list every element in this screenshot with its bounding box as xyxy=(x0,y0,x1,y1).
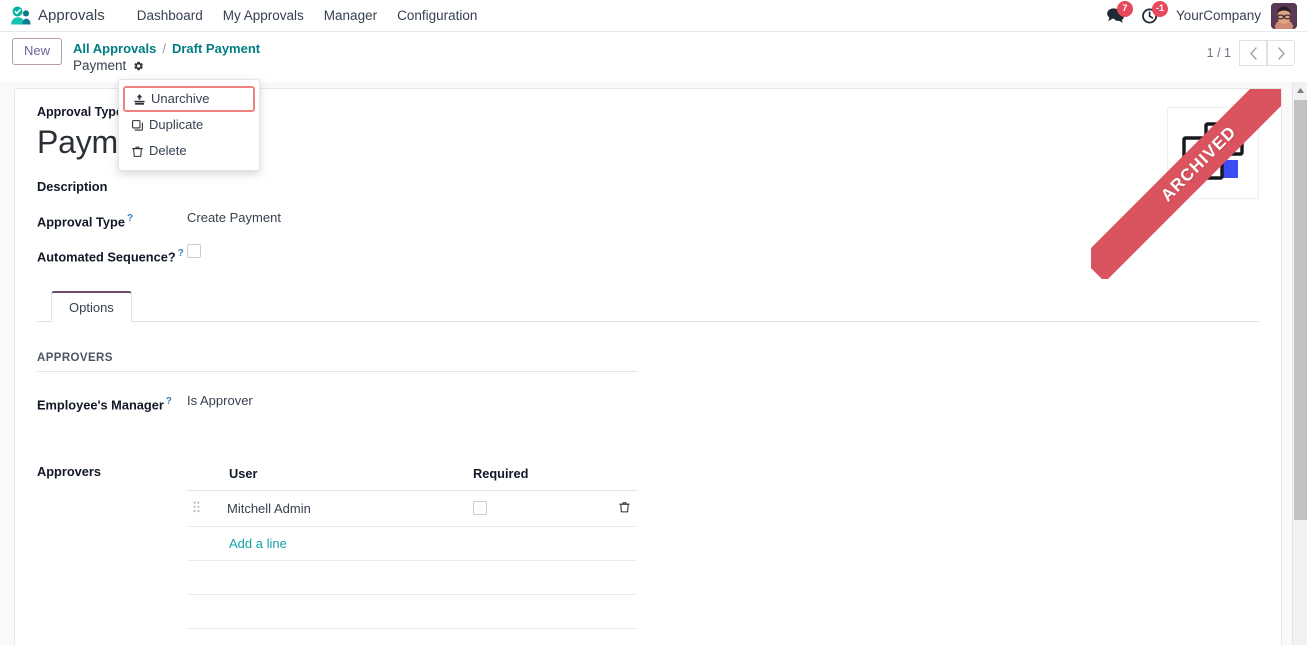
add-a-line-button[interactable]: Add a line xyxy=(229,536,287,551)
pager-previous-button[interactable] xyxy=(1239,40,1267,66)
cell-user[interactable]: Mitchell Admin xyxy=(221,490,467,527)
approvers-table-header-row: User Required xyxy=(187,461,637,491)
duplicate-icon xyxy=(131,119,149,132)
gear-icon[interactable] xyxy=(132,60,144,72)
document-icon xyxy=(1182,122,1244,180)
nav-item-manager[interactable]: Manager xyxy=(314,4,387,27)
scrollbar-thumb[interactable] xyxy=(1294,100,1307,520)
trash-icon xyxy=(131,145,149,158)
delete-row-icon[interactable] xyxy=(618,502,631,517)
column-header-user[interactable]: User xyxy=(187,461,467,491)
breadcrumb-separator: / xyxy=(162,41,166,56)
table-spacer-cell xyxy=(187,560,637,595)
field-value-automated-sequence xyxy=(187,244,201,262)
cell-required xyxy=(467,490,597,527)
cell-delete-row xyxy=(597,490,637,527)
field-label-employees-manager-text: Employee's Manager xyxy=(37,396,164,412)
notebook-tabs: Options xyxy=(37,290,1259,322)
group-title-approvers: APPROVERS xyxy=(37,352,637,372)
activities-menu[interactable]: -1 xyxy=(1141,1,1168,24)
record-name: Payment xyxy=(73,58,127,73)
dropdown-item-duplicate-label: Duplicate xyxy=(149,117,204,132)
unarchive-icon xyxy=(133,93,151,106)
table-spacer-cell xyxy=(187,594,637,629)
record-image-placeholder[interactable] xyxy=(1167,107,1259,199)
table-spacer-row xyxy=(187,594,637,629)
breadcrumb-current-record: Payment xyxy=(73,57,260,74)
help-icon-automated-sequence[interactable]: ? xyxy=(178,248,184,259)
pager-count: 1 / 1 xyxy=(1206,46,1231,60)
add-a-line-row: Add a line xyxy=(187,526,637,561)
approvals-app-icon xyxy=(8,4,34,28)
field-row-approval-type: Approval Type? Create Payment xyxy=(37,209,1259,231)
table-spacer-row xyxy=(187,560,637,595)
messages-menu[interactable]: 7 xyxy=(1106,1,1133,24)
field-label-approvers: Approvers xyxy=(37,463,102,479)
add-a-line-cell: Add a line xyxy=(187,526,637,561)
dropdown-item-delete[interactable]: Delete xyxy=(119,138,259,164)
scroll-up-arrow[interactable] xyxy=(1293,82,1307,98)
approvers-table-body: Mitchell Admin Add a line xyxy=(187,490,637,629)
field-label-description-text: Description xyxy=(37,179,108,194)
required-checkbox[interactable] xyxy=(473,500,487,515)
notebook: Options APPROVERS Employee's Manager? Is… xyxy=(37,290,1259,629)
field-value-employees-manager[interactable]: Is Approver xyxy=(187,392,253,410)
automated-sequence-checkbox[interactable] xyxy=(187,244,201,259)
field-label-approval-type-text: Approval Type xyxy=(37,214,125,230)
chevron-left-icon xyxy=(1249,46,1257,60)
approvers-field: Approvers User Required Mitchell Admin A… xyxy=(37,461,1259,629)
dropdown-item-unarchive[interactable]: Unarchive xyxy=(123,86,255,112)
breadcrumb-item-draft-payment[interactable]: Draft Payment xyxy=(172,40,260,57)
breadcrumb-links: All Approvals / Draft Payment xyxy=(73,40,260,57)
messages-badge: 7 xyxy=(1116,1,1133,17)
tab-panel-options: APPROVERS Employee's Manager? Is Approve… xyxy=(37,322,1259,629)
pager: 1 / 1 xyxy=(1207,38,1295,66)
row-drag-handle-cell xyxy=(187,490,221,527)
avatar[interactable] xyxy=(1271,2,1297,29)
pager-next-button[interactable] xyxy=(1267,40,1295,66)
help-icon-employees-manager[interactable]: ? xyxy=(166,396,172,407)
field-value-approval-type[interactable]: Create Payment xyxy=(187,209,281,227)
nav-item-configuration[interactable]: Configuration xyxy=(387,4,487,27)
vertical-scrollbar[interactable] xyxy=(1292,82,1307,645)
company-name[interactable]: YourCompany xyxy=(1176,8,1261,23)
column-header-actions xyxy=(597,461,637,491)
app-name: Approvals xyxy=(38,7,105,24)
field-label-description: Description xyxy=(37,177,187,196)
field-row-employees-manager: Employee's Manager? Is Approver xyxy=(37,392,1259,414)
field-label-employees-manager: Employee's Manager? xyxy=(37,392,187,414)
record-actions-dropdown: Unarchive Duplicate Delete xyxy=(118,79,260,171)
drag-handle-icon[interactable] xyxy=(193,501,200,513)
activities-badge: -1 xyxy=(1151,1,1168,17)
top-navbar: Approvals Dashboard My Approvals Manager… xyxy=(0,0,1307,32)
field-label-automated-sequence: Automated Sequence?? xyxy=(37,244,187,266)
field-label-automated-sequence-text: Automated Sequence? xyxy=(37,249,176,265)
help-icon-approval-type[interactable]: ? xyxy=(127,213,133,224)
dropdown-item-duplicate[interactable]: Duplicate xyxy=(119,112,259,138)
breadcrumb-item-all-approvals[interactable]: All Approvals xyxy=(73,40,156,57)
breadcrumb: All Approvals / Draft Payment Payment xyxy=(73,38,260,74)
dropdown-item-delete-label: Delete xyxy=(149,143,187,158)
dropdown-item-unarchive-label: Unarchive xyxy=(151,91,210,106)
control-panel: New All Approvals / Draft Payment Paymen… xyxy=(0,32,1307,76)
column-header-required[interactable]: Required xyxy=(467,461,597,491)
form-sheet: ARCHIVED Approval Type Payment Descripti… xyxy=(14,88,1282,645)
field-row-automated-sequence: Automated Sequence?? xyxy=(37,244,1259,266)
chevron-right-icon xyxy=(1277,46,1285,60)
approvers-table-head: User Required xyxy=(187,461,637,491)
field-row-description: Description xyxy=(37,177,1259,196)
new-button[interactable]: New xyxy=(12,38,63,65)
table-row[interactable]: Mitchell Admin xyxy=(187,490,637,527)
approvers-table: User Required Mitchell Admin Add a line xyxy=(187,461,637,629)
tab-options[interactable]: Options xyxy=(51,290,132,322)
nav-item-my-approvals[interactable]: My Approvals xyxy=(213,4,314,27)
field-label-approval-type: Approval Type? xyxy=(37,209,187,231)
nav-item-dashboard[interactable]: Dashboard xyxy=(127,4,213,27)
